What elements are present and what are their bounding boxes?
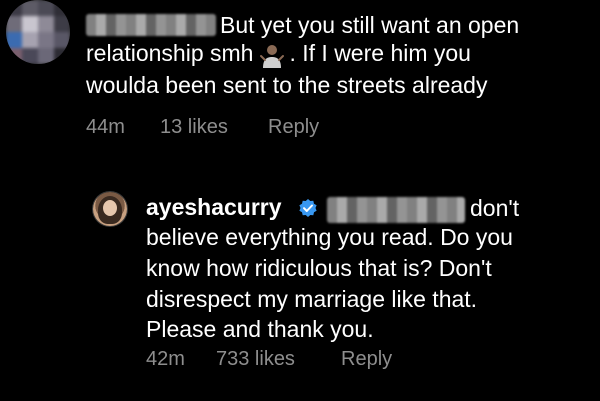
comment-2: ayeshacurry don't believe everything you… xyxy=(0,180,600,401)
comment-timestamp: 42m xyxy=(146,348,185,370)
verified-badge-icon xyxy=(299,199,317,217)
comment-text-line: believe everything you read. Do you xyxy=(146,224,513,250)
comment-text-segment: relationship smh xyxy=(86,40,254,66)
comment-text-line: don't xyxy=(470,195,520,221)
avatar[interactable] xyxy=(6,0,70,64)
comment-text-line: disrespect my marriage like that. xyxy=(146,286,478,312)
avatar[interactable] xyxy=(93,192,127,226)
username[interactable]: ayeshacurry xyxy=(146,194,282,221)
comment-text-line: Please and thank you. xyxy=(146,316,374,342)
comment-text-segment: . If I were him you xyxy=(289,40,471,66)
person-shrugging-emoji-icon xyxy=(260,44,285,68)
comment-text-line: relationship smh . If I were him you xyxy=(86,40,471,68)
redacted-username xyxy=(86,14,216,36)
comment-text-line: know how ridiculous that is? Don't xyxy=(146,255,492,281)
comment-1: But yet you still want an open relations… xyxy=(0,0,600,160)
pixelated-avatar-image xyxy=(6,0,70,64)
reply-button[interactable]: Reply xyxy=(341,348,392,371)
avatar-face xyxy=(103,200,117,216)
reply-button[interactable]: Reply xyxy=(268,116,319,139)
likes-count[interactable]: 733 likes xyxy=(216,348,295,371)
likes-count[interactable]: 13 likes xyxy=(160,116,228,139)
comment-text-line: woulda been sent to the streets already xyxy=(86,72,488,98)
comment-timestamp: 44m xyxy=(86,116,125,138)
redacted-mention xyxy=(327,197,465,223)
comment-text-line: But yet you still want an open xyxy=(220,12,520,38)
